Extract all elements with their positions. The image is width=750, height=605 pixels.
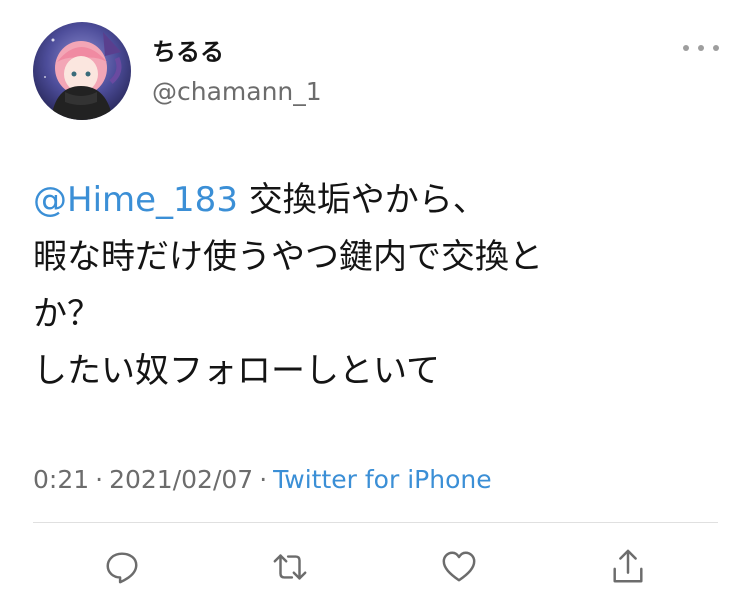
user-handle[interactable]: @chamann_1 xyxy=(152,76,322,108)
tweet-line-1: @Hime_183 交換垢やから、 xyxy=(33,172,723,229)
more-dot xyxy=(683,45,689,51)
retweet-button[interactable] xyxy=(268,545,312,589)
mention-link[interactable]: @Hime_183 xyxy=(33,180,238,220)
tweet-text: @Hime_183 交換垢やから、 暇な時だけ使うやつ鍵内で交換と か？ したい… xyxy=(33,172,723,400)
like-button[interactable] xyxy=(437,545,481,589)
reply-icon xyxy=(106,552,138,584)
display-name[interactable]: ちるる xyxy=(152,37,224,67)
meta-separator: · xyxy=(95,465,104,494)
tweet-date[interactable]: 2021/02/07 xyxy=(109,465,253,494)
avatar[interactable] xyxy=(33,22,131,120)
tweet-meta: 0:21 · 2021/02/07 · Twitter for iPhone xyxy=(33,463,492,497)
tweet-text-line: 交換垢やから、 xyxy=(248,180,487,220)
more-dot xyxy=(698,45,704,51)
reply-button[interactable] xyxy=(100,545,144,589)
tweet-time[interactable]: 0:21 xyxy=(33,465,89,494)
tweet-text-line: か？ xyxy=(33,294,101,334)
share-button[interactable] xyxy=(606,545,650,589)
meta-separator: · xyxy=(259,465,268,494)
tweet-text-line: 暇な時だけ使うやつ鍵内で交換と xyxy=(33,237,543,277)
more-dot xyxy=(713,45,719,51)
heart-icon xyxy=(442,551,476,582)
divider xyxy=(33,522,718,523)
avatar-image xyxy=(33,22,131,120)
share-icon xyxy=(613,549,643,583)
tweet-text-line: したい奴フォローしといて xyxy=(33,351,440,391)
more-options-icon[interactable] xyxy=(683,40,719,56)
tweet-source-link[interactable]: Twitter for iPhone xyxy=(273,465,491,494)
retweet-icon xyxy=(273,554,307,580)
